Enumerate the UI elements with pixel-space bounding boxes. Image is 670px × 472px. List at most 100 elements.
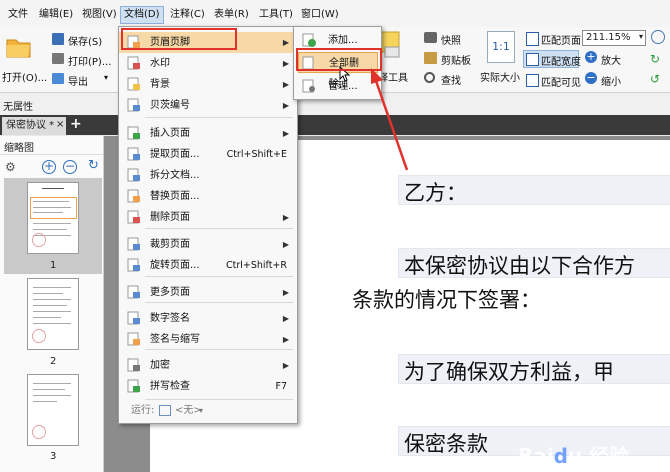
doc-menu-item-label: 提取页面... <box>150 149 200 160</box>
delete-pages-icon <box>127 210 141 224</box>
menu-tools[interactable]: 工具(T) <box>256 7 296 23</box>
menu-view[interactable]: 视图(V) <box>79 7 120 23</box>
doc-menu-item-label: 删除页面 <box>150 212 190 223</box>
doc-menu-item-label: 拆分文档... <box>150 170 200 181</box>
rotate-icon[interactable]: ↻ <box>650 53 664 65</box>
zoom-out-icon: − <box>585 71 597 84</box>
menu-separator <box>145 302 293 303</box>
doc-menu-item-shortcut: Ctrl+Shift+E <box>226 149 287 160</box>
chevron-down-icon[interactable]: ▾ <box>199 400 203 421</box>
thumbnail-page-3[interactable] <box>27 374 79 446</box>
fit-visible-button[interactable]: 匹配可见 <box>541 74 581 89</box>
fit-visible-icon <box>526 74 539 87</box>
doc-menu-item-sign-initial[interactable]: 签名与缩写 ▶ <box>119 329 297 350</box>
thumb-zoom-out-icon[interactable]: − <box>63 160 77 174</box>
watermark-logo-icon <box>32 425 46 439</box>
thumbnail-page-2[interactable] <box>27 278 79 350</box>
folder-open-icon[interactable] <box>6 35 32 59</box>
menu-file[interactable]: 文件 <box>5 7 31 23</box>
spell-check-icon <box>127 379 141 393</box>
nav-circle-icon[interactable] <box>651 30 665 44</box>
thumbnail-page-number: 2 <box>50 356 57 367</box>
doc-menu-item-insert-pages[interactable]: 插入页面 ▶ <box>119 123 297 144</box>
thumb-zoom-in-icon[interactable]: + <box>42 160 56 174</box>
actual-size-button[interactable]: 实际大小 <box>480 69 520 84</box>
save-button[interactable]: 保存(S) <box>68 33 102 48</box>
fit-width-icon <box>526 53 539 66</box>
doc-menu-item-label: 加密 <box>150 360 170 371</box>
menu-document[interactable]: 文档(D) <box>120 6 164 24</box>
doc-menu-item-spell-check[interactable]: 拼写检查 F7 <box>119 376 297 397</box>
export-dropdown-icon[interactable]: ▾ <box>104 73 108 82</box>
divider <box>0 154 103 155</box>
crop-pages-icon <box>127 237 141 251</box>
doc-menu-item-crop-pages[interactable]: 裁剪页面 ▶ <box>119 234 297 255</box>
thumbnail-page-number: 3 <box>50 451 57 462</box>
menu-window[interactable]: 窗口(W) <box>298 7 342 23</box>
doc-menu-item-digital-signature[interactable]: 数字签名 ▶ <box>119 308 297 329</box>
doc-menu-item-shortcut: F7 <box>275 381 287 392</box>
menu-edit[interactable]: 编辑(E) <box>36 7 76 23</box>
doc-menu-item-rotate-pages[interactable]: 旋转页面... Ctrl+Shift+R <box>119 255 297 276</box>
menu-comment[interactable]: 注释(C) <box>167 7 208 23</box>
chevron-right-icon: ▶ <box>282 288 289 297</box>
digital-signature-icon <box>127 311 141 325</box>
doc-menu-item-more-pages[interactable]: 更多页面 ▶ <box>119 282 297 303</box>
camera-icon <box>424 32 437 43</box>
doc-menu-item-background[interactable]: 背景 ▶ <box>119 74 297 95</box>
doc-menu-item-extract-pages[interactable]: 提取页面... Ctrl+Shift+E <box>119 144 297 165</box>
find-button[interactable]: 查找 <box>441 72 461 87</box>
clipboard-button[interactable]: 剪贴板 <box>441 52 471 67</box>
insert-pages-icon <box>127 126 141 140</box>
menu-form[interactable]: 表单(R) <box>211 7 252 23</box>
thumb-rotate-icon[interactable]: ↻ <box>88 159 102 173</box>
doc-menu-item-bates-numbering[interactable]: 贝茨编号 ▶ <box>119 95 297 116</box>
doc-menu-item-label: 插入页面 <box>150 128 190 139</box>
run-value: <无> <box>175 405 202 416</box>
sign-initial-icon <box>127 332 141 346</box>
menu-separator <box>145 117 293 118</box>
chevron-right-icon: ▶ <box>282 101 289 110</box>
doc-menu-run-item[interactable]: 运行: <无> ▾ <box>119 400 297 421</box>
doc-menu-item-split-document[interactable]: 拆分文档... <box>119 165 297 186</box>
zoom-in-button[interactable]: 放大 <box>601 52 621 67</box>
thumbnail-page-1[interactable] <box>27 182 79 254</box>
print-icon <box>52 53 64 64</box>
doc-menu-item-label: 贝茨编号 <box>150 100 190 111</box>
doc-menu-item-watermark[interactable]: 水印 ▶ <box>119 53 297 74</box>
open-button[interactable]: 打开(O)... <box>2 69 47 84</box>
doc-menu-item-delete-pages[interactable]: 删除页面 ▶ <box>119 207 297 228</box>
export-button[interactable]: 导出 <box>68 73 88 88</box>
chevron-right-icon: ▶ <box>282 38 289 47</box>
run-label: 运行: <box>131 405 155 416</box>
doc-menu-item-replace-pages[interactable]: 替换页面... <box>119 186 297 207</box>
gear-icon[interactable]: ⚙ <box>5 160 19 174</box>
actual-size-icon[interactable]: 1:1 <box>487 31 515 63</box>
chevron-right-icon: ▶ <box>282 59 289 68</box>
watermark-icon <box>127 56 141 70</box>
zoom-combobox[interactable]: 211.15% ▾ <box>582 30 646 46</box>
zoom-out-button[interactable]: 缩小 <box>601 73 621 88</box>
doc-menu-item-encrypt[interactable]: 加密 ▶ <box>119 355 297 376</box>
thumbnail-panel: 缩略图 ⚙ + − ↻ 1 2 3 <box>0 136 104 472</box>
snapshot-button[interactable]: 快照 <box>441 32 461 47</box>
fit-width-button[interactable]: 匹配宽度 <box>541 53 581 68</box>
doc-line-terms: 条款的情况下签署： <box>352 288 541 312</box>
export-icon <box>52 73 64 84</box>
doc-line-party-b: 乙方： <box>404 181 467 205</box>
bates-numbering-icon <box>127 98 141 112</box>
document-tab-bar <box>0 115 670 135</box>
menu-separator <box>145 276 293 277</box>
close-tab-icon[interactable]: × <box>56 119 64 130</box>
background-icon <box>127 77 141 91</box>
chevron-right-icon: ▶ <box>282 240 289 249</box>
baidu-watermark-logo: Baidu 经验 <box>518 444 630 468</box>
fit-page-icon <box>526 32 539 46</box>
rotate-left-icon[interactable]: ↺ <box>650 73 664 85</box>
add-tab-icon[interactable]: + <box>70 116 82 132</box>
doc-menu-item-label: 旋转页面... <box>150 260 200 271</box>
doc-line-intro: 本保密协议由以下合作方 <box>404 254 635 278</box>
print-button[interactable]: 打印(P)... <box>68 53 111 68</box>
zoom-in-icon: + <box>585 50 597 63</box>
fit-page-button[interactable]: 匹配页面 <box>541 32 581 47</box>
